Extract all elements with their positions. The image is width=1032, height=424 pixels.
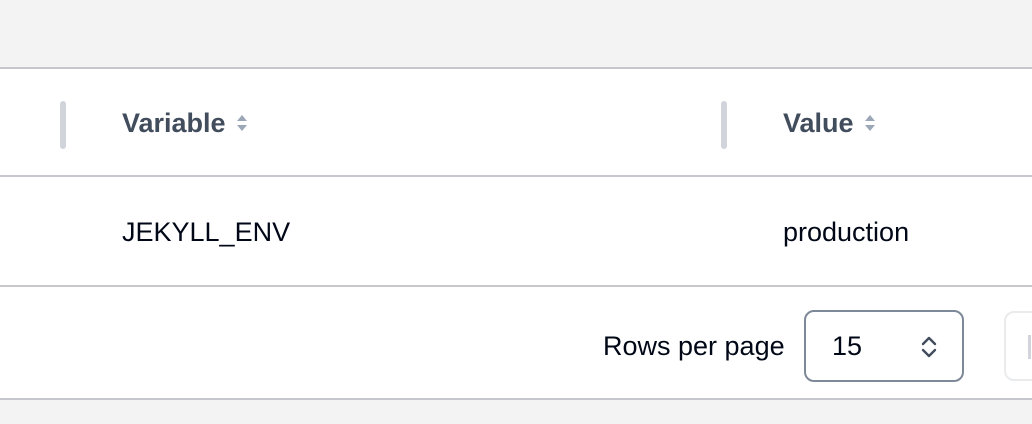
- rows-per-page-select[interactable]: 15: [804, 310, 964, 382]
- column-header-variable-label: Variable: [122, 108, 226, 138]
- column-header-variable[interactable]: Variable: [122, 106, 250, 140]
- cell-value: production: [783, 217, 910, 247]
- column-header-value-label: Value: [783, 108, 854, 138]
- sort-icon[interactable]: [234, 111, 250, 135]
- navigation-icon: [1028, 335, 1031, 359]
- column-resizer-variable[interactable]: [721, 101, 727, 149]
- page-navigation-button[interactable]: [1004, 311, 1032, 381]
- top-background: [0, 0, 1032, 67]
- column-resizer-left[interactable]: [60, 101, 66, 149]
- column-header-value[interactable]: Value: [783, 106, 878, 140]
- table-row: JEKYLL_ENV production: [0, 177, 1032, 287]
- sort-icon[interactable]: [862, 111, 878, 135]
- cell-variable: JEKYLL_ENV: [122, 217, 291, 247]
- rows-per-page-label: Rows per page: [603, 331, 785, 361]
- environment-variables-table: Variable Value JEKYLL_ENV production Row…: [0, 67, 1032, 400]
- table-header-row: Variable Value: [0, 69, 1032, 177]
- pagination-bar: Rows per page 15: [0, 287, 1032, 400]
- rows-per-page-value: 15: [832, 331, 863, 361]
- chevron-up-down-icon: [921, 336, 937, 358]
